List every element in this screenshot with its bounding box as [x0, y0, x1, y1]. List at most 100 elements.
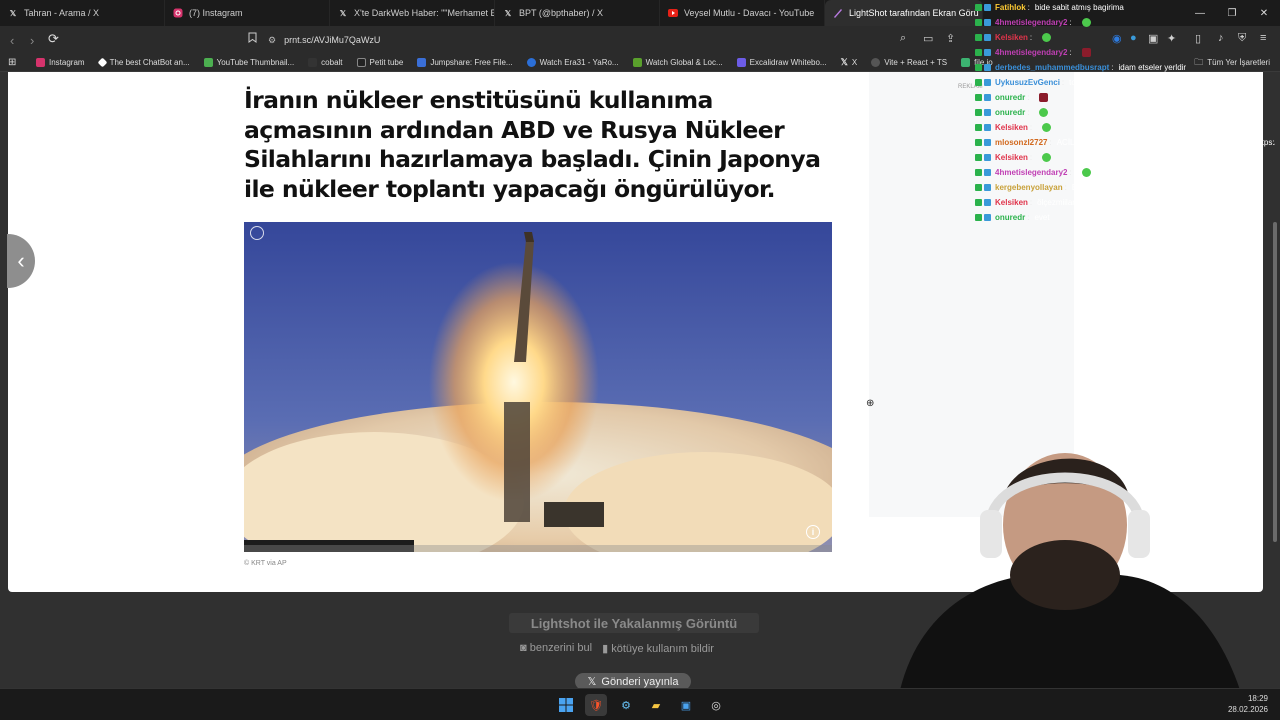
- photos-icon[interactable]: ▣: [675, 694, 697, 716]
- chat-username: onuredr: [995, 108, 1026, 117]
- chat-username: Fatihlok: [995, 3, 1026, 12]
- forward-icon[interactable]: ›: [30, 33, 34, 48]
- windows-start-icon[interactable]: [555, 694, 577, 716]
- chat-username: 4hmetislegendary2: [995, 48, 1068, 57]
- bookmark-item[interactable]: The best ChatBot an...: [97, 57, 190, 68]
- chat-separator: :: [1027, 213, 1030, 222]
- emote-icon: [1081, 48, 1091, 57]
- address-bar[interactable]: ⚙ prnt.sc/AVJiMu7QaWzU: [268, 30, 968, 50]
- reload-icon[interactable]: ⟳: [48, 31, 59, 47]
- apps-grid-icon[interactable]: ⊞: [8, 57, 16, 68]
- chat-username: derbedes_muhammedbusrapt: [995, 63, 1110, 72]
- tab-2[interactable]: 𝕏 X'te DarkWeb Haber: ""Merhamet Ed: [330, 0, 495, 26]
- zoom-icon[interactable]: ⌕: [900, 32, 906, 45]
- report-link[interactable]: ▮ kötüye kullanım bildir: [602, 642, 714, 655]
- badge-icon: [984, 64, 991, 71]
- chat-separator: :: [1069, 168, 1072, 177]
- chatbot-icon: [97, 57, 108, 68]
- chat-username: Kelsiken: [995, 153, 1028, 162]
- badge-icon: [984, 49, 991, 56]
- tab-title: Veysel Mutlu - Davacı - YouTube: [684, 8, 815, 18]
- emote-icon: [1042, 33, 1052, 42]
- bookmark-item[interactable]: Petit tube: [356, 58, 403, 67]
- tab-title: LightShot tarafından Ekran Görü: [849, 8, 979, 18]
- post-button[interactable]: 𝕏 Gönderi yayınla: [575, 673, 691, 688]
- chat-username: 4hmetislegendary2: [995, 18, 1068, 27]
- scrollbar-thumb[interactable]: [1273, 222, 1277, 542]
- site-info-icon[interactable]: ⚙: [268, 35, 276, 46]
- find-similar-link[interactable]: ◙ benzerini bul: [520, 642, 592, 655]
- badge-icon: [984, 4, 991, 11]
- info-icon[interactable]: i: [806, 525, 820, 539]
- excalidraw-icon: [736, 58, 746, 67]
- obs-icon[interactable]: ◎: [705, 694, 727, 716]
- bookmark-item[interactable]: Jumpshare: Free File...: [417, 58, 513, 67]
- bookmark-item[interactable]: 𝕏X: [841, 57, 858, 68]
- subscriber-badge-icon: [975, 199, 982, 206]
- chat-separator: :: [1029, 153, 1033, 162]
- chat-message: kergebenyollayan: EMREYİ ORDUYA ALACAKLAR: [975, 180, 1275, 195]
- share-icon[interactable]: ⇪: [946, 32, 955, 45]
- chat-message: 4hmetislegendary2:: [975, 15, 1275, 30]
- subscriber-badge-icon: [975, 94, 982, 101]
- brave-browser-icon[interactable]: 🛡: [585, 694, 607, 716]
- chat-message: onuredr:: [975, 105, 1275, 120]
- thumbnail-icon: [203, 58, 213, 67]
- emote-icon: [1042, 123, 1052, 132]
- subscriber-badge-icon: [975, 139, 982, 146]
- bookmark-item[interactable]: Excalidraw Whitebo...: [736, 58, 827, 67]
- petit-tube-icon: [356, 58, 366, 67]
- back-icon[interactable]: ‹: [10, 33, 14, 48]
- badge-icon: [984, 169, 991, 176]
- tab-4[interactable]: Veysel Mutlu - Davacı - YouTube: [660, 0, 825, 26]
- badge-icon: [984, 214, 991, 221]
- tab-3[interactable]: 𝕏 BPT (@bpthaber) / X: [495, 0, 660, 26]
- badge-icon: [984, 34, 991, 41]
- tab-title: Tahran - Arama / X: [24, 8, 100, 18]
- tab-5[interactable]: LightShot tarafından Ekran Görü ✕: [825, 0, 983, 26]
- chat-separator: :: [1027, 3, 1030, 12]
- chat-separator: :: [1069, 48, 1072, 57]
- bookmark-label: Jumpshare: Free File...: [430, 58, 513, 67]
- bookmark-page-icon[interactable]: [248, 32, 257, 46]
- chat-username: mlosonzl2727: [995, 138, 1048, 147]
- badge-icon: [984, 139, 991, 146]
- badge-icon: [984, 184, 991, 191]
- chat-separator: :: [1069, 18, 1072, 27]
- subscriber-badge-icon: [975, 49, 982, 56]
- clock-time: 18:29: [1247, 694, 1268, 703]
- chat-message: 4hmetislegendary2:: [975, 165, 1275, 180]
- lightshot-title: Lightshot ile Yakalanmış Görüntü: [509, 613, 759, 633]
- report-label: kötüye kullanım bildir: [611, 643, 714, 655]
- bookmark-item[interactable]: Instagram: [36, 58, 85, 67]
- find-similar-label: benzerini bul: [529, 642, 593, 654]
- fileio-icon: [961, 58, 971, 67]
- missile-launch-photo: i: [244, 222, 832, 552]
- bookmark-item[interactable]: YouTube Thumbnail...: [203, 58, 295, 67]
- bookmark-label: The best ChatBot an...: [109, 58, 190, 67]
- bookmark-item[interactable]: Watch Era31 - YaRo...: [526, 58, 619, 67]
- x-icon: 𝕏: [339, 8, 347, 18]
- steam-icon[interactable]: ⚙: [615, 694, 637, 716]
- bookmark-label: Watch Era31 - YaRo...: [539, 58, 619, 67]
- chat-message: Fatihlok: bide sabit atmış bagirima: [975, 0, 1275, 15]
- bookmark-item[interactable]: cobalt: [308, 58, 343, 67]
- subscriber-badge-icon: [975, 124, 982, 131]
- cast-icon[interactable]: ▭: [923, 32, 933, 45]
- youtube-icon: [668, 8, 678, 18]
- chat-message: Kelsiken:: [975, 30, 1275, 45]
- report-icon: ▮: [602, 643, 609, 655]
- bookmark-label: YouTube Thumbnail...: [216, 58, 295, 67]
- chat-text: evet: [1034, 213, 1050, 222]
- file-explorer-icon[interactable]: ▰: [645, 694, 667, 716]
- lightshot-icon: [833, 8, 843, 18]
- tab-title: X'te DarkWeb Haber: ""Merhamet Ed: [354, 8, 495, 18]
- system-clock: 18:29 28.02.2026: [1228, 693, 1268, 715]
- bookmark-item[interactable]: Vite + React + TS: [871, 58, 947, 67]
- article-headline: İranın nükleer enstitüsünü kullanıma açm…: [244, 86, 821, 203]
- camera-icon: ◙: [520, 642, 527, 654]
- tab-0[interactable]: 𝕏 Tahran - Arama / X: [0, 0, 165, 26]
- tab-1[interactable]: (7) Instagram: [165, 0, 330, 26]
- bookmark-item[interactable]: Watch Global & Loc...: [632, 58, 723, 67]
- chat-username: Kelsiken: [995, 33, 1028, 42]
